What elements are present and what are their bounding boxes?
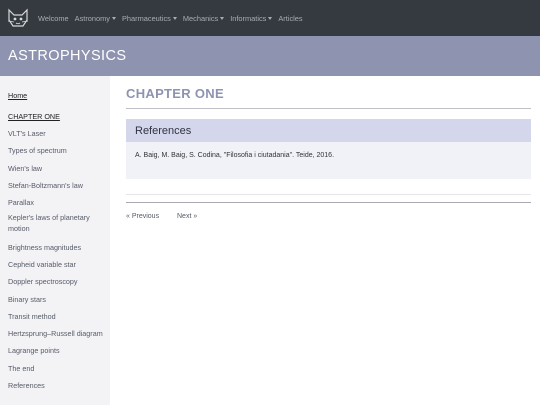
sidebar-item-home[interactable]: Home	[8, 91, 27, 100]
sidebar-item-hertzsprung-russell[interactable]: Hertzsprung–Russell diagram	[8, 329, 103, 338]
nav-pharmaceutics-dropdown[interactable]: Pharmaceutics	[122, 14, 177, 23]
sidebar-item-chapter-one[interactable]: CHAPTER ONE	[8, 112, 60, 121]
sidebar-item-references[interactable]: References	[8, 381, 45, 390]
sidebar-item-wiens-law[interactable]: Wien's law	[8, 164, 42, 173]
caret-down-icon	[268, 16, 273, 20]
title-divider	[126, 108, 531, 109]
sidebar-item-doppler-spectroscopy[interactable]: Doppler spectroscopy	[8, 277, 78, 286]
previous-link[interactable]: « Previous	[126, 213, 159, 220]
sidebar-item-binary-stars[interactable]: Binary stars	[8, 295, 46, 304]
nav-mechanics-dropdown[interactable]: Mechanics	[183, 14, 225, 23]
sidebar-item-vlts-laser[interactable]: VLT's Laser	[8, 129, 46, 138]
sidebar-item-parallax[interactable]: Parallax	[8, 198, 34, 207]
banner-title: ASTROPHYSICS	[8, 48, 127, 64]
references-title: References	[135, 124, 192, 137]
sidebar-item-types-of-spectrum[interactable]: Types of spectrum	[8, 146, 67, 155]
nav-welcome[interactable]: Welcome	[38, 14, 69, 23]
sidebar: Home CHAPTER ONE VLT's Laser Types of sp…	[0, 76, 110, 405]
sidebar-item-the-end[interactable]: The end	[8, 364, 34, 373]
sidebar-item-lagrange-points[interactable]: Lagrange points	[8, 346, 60, 355]
nav-articles[interactable]: Articles	[278, 14, 302, 23]
references-card: References A. Baig, M. Baig, S. Codina, …	[126, 119, 531, 179]
reference-entry: A. Baig, M. Baig, S. Codina, "Filosofia …	[135, 152, 335, 159]
sidebar-item-keplers-laws[interactable]: Kepler's laws of planetary motion	[8, 212, 104, 234]
sidebar-item-transit-method[interactable]: Transit method	[8, 312, 56, 321]
nav-astronomy-dropdown[interactable]: Astronomy	[75, 14, 116, 23]
sidebar-item-brightness-magnitudes[interactable]: Brightness magnitudes	[8, 243, 81, 252]
divider	[126, 202, 531, 203]
main-content: CHAPTER ONE References A. Baig, M. Baig,…	[126, 76, 532, 405]
caret-down-icon	[172, 16, 177, 20]
divider-light	[126, 194, 531, 195]
page-title: CHAPTER ONE	[126, 86, 224, 101]
next-link[interactable]: Next »	[177, 213, 197, 220]
caret-down-icon	[220, 16, 225, 20]
sidebar-item-stefan-boltzmann[interactable]: Stefan-Boltzmann's law	[8, 181, 83, 190]
cat-logo-icon[interactable]	[6, 6, 30, 30]
references-card-header: References	[126, 119, 531, 142]
nav-informatics-dropdown[interactable]: Informatics	[230, 14, 273, 23]
section-banner: ASTROPHYSICS	[0, 36, 540, 76]
caret-down-icon	[112, 16, 116, 20]
sidebar-item-cepheid-variable-star[interactable]: Cepheid variable star	[8, 260, 76, 269]
top-navbar: Welcome Astronomy Pharmaceutics Mechanic…	[0, 0, 540, 36]
